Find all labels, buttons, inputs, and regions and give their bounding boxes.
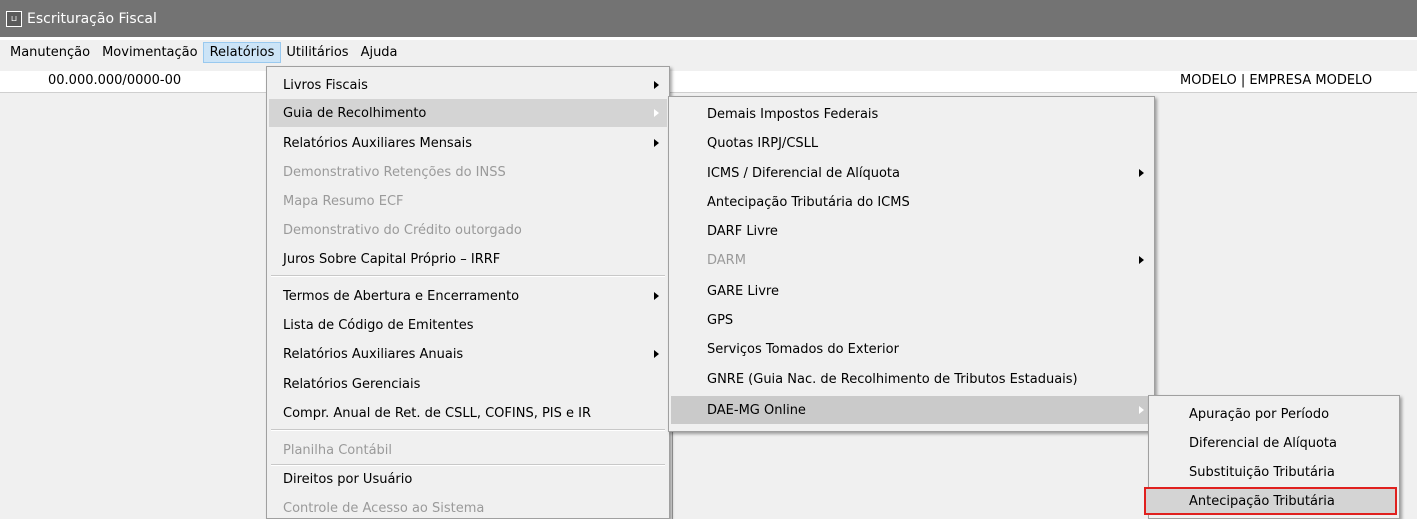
menu-separator xyxy=(271,275,665,277)
menu-item-termos-abertura-encerramento[interactable]: Termos de Abertura e Encerramento xyxy=(269,282,667,310)
menu-item-relatorios-auxiliares-mensais[interactable]: Relatórios Auxiliares Mensais xyxy=(269,129,667,157)
submenu-arrow-icon xyxy=(654,139,659,147)
menu-item-demonstrativo-credito-outorgado: Demonstrativo do Crédito outorgado xyxy=(283,222,522,238)
submenu-arrow-icon xyxy=(654,350,659,358)
menu-item-lista-codigo-emitentes[interactable]: Lista de Código de Emitentes xyxy=(269,311,667,339)
menu-item-quotas-irpj-csll[interactable]: Quotas IRPJ/CSLL xyxy=(671,129,1152,157)
menu-item-mapa-resumo-ecf: Mapa Resumo ECF xyxy=(283,193,404,209)
menu-item-antecipacao-tributaria[interactable]: Antecipação Tributária xyxy=(1144,487,1397,515)
menu-item-compr-anual-ret[interactable]: Compr. Anual de Ret. de CSLL, COFINS, PI… xyxy=(269,399,667,427)
menu-item-demais-impostos-federais[interactable]: Demais Impostos Federais xyxy=(671,100,1152,128)
menu-relatorios[interactable]: Relatórios xyxy=(202,41,282,63)
menu-separator xyxy=(271,429,665,431)
menu-item-livros-fiscais[interactable]: Livros Fiscais xyxy=(269,71,667,99)
menu-movimentacao[interactable]: Movimentação xyxy=(96,43,204,62)
menu-item-darf-livre[interactable]: DARF Livre xyxy=(671,217,1152,245)
menu-item-apuracao-por-periodo[interactable]: Apuração por Período xyxy=(1151,400,1397,428)
menu-bar: Manutenção Movimentação Relatórios Utili… xyxy=(0,40,1417,64)
guia-recolhimento-submenu: Demais Impostos Federais Quotas IRPJ/CSL… xyxy=(668,96,1155,432)
menu-item-demonstrativo-retencoes-inss: Demonstrativo Retenções do INSS xyxy=(283,164,506,180)
window-title: Escrituração Fiscal xyxy=(27,10,157,27)
menu-item-relatorios-auxiliares-anuais[interactable]: Relatórios Auxiliares Anuais xyxy=(269,340,667,368)
submenu-arrow-icon xyxy=(654,81,659,89)
menu-item-direitos-por-usuario[interactable]: Direitos por Usuário xyxy=(269,465,667,493)
menu-manutencao[interactable]: Manutenção xyxy=(4,43,96,62)
menu-item-gnre[interactable]: GNRE (Guia Nac. de Recolhimento de Tribu… xyxy=(671,365,1152,393)
menu-item-servicos-tomados-exterior[interactable]: Serviços Tomados do Exterior xyxy=(671,335,1152,363)
menu-item-icms-diferencial[interactable]: ICMS / Diferencial de Alíquota xyxy=(671,159,1152,187)
title-bar: ⊔ Escrituração Fiscal xyxy=(0,0,1417,37)
menu-item-antecipacao-icms[interactable]: Antecipação Tributária do ICMS xyxy=(671,188,1152,216)
submenu-arrow-icon xyxy=(1139,169,1144,177)
submenu-arrow-icon xyxy=(654,109,659,117)
menu-item-dae-mg-online[interactable]: DAE-MG Online xyxy=(671,396,1152,424)
submenu-arrow-icon xyxy=(1139,406,1144,414)
cnpj-label: 00.000.000/0000-00 xyxy=(48,73,182,88)
menu-item-substituicao-tributaria[interactable]: Substituição Tributária xyxy=(1151,458,1397,486)
menu-item-guia-de-recolhimento[interactable]: Guia de Recolhimento xyxy=(269,99,667,127)
dae-mg-submenu: Apuração por Período Diferencial de Alíq… xyxy=(1144,395,1400,519)
menu-item-darm: DARM xyxy=(671,246,1152,274)
submenu-arrow-icon xyxy=(654,292,659,300)
submenu-arrow-icon xyxy=(1139,256,1144,264)
menu-item-relatorios-gerenciais[interactable]: Relatórios Gerenciais xyxy=(269,370,667,398)
empresa-label: MODELO | EMPRESA MODELO xyxy=(1180,73,1373,88)
menu-item-diferencial-aliquota[interactable]: Diferencial de Alíquota xyxy=(1151,429,1397,457)
app-icon: ⊔ xyxy=(6,10,22,27)
menu-item-gare-livre[interactable]: GARE Livre xyxy=(671,277,1152,305)
relatorios-dropdown: Livros Fiscais Guia de Recolhimento Rela… xyxy=(266,66,670,519)
menu-item-gps[interactable]: GPS xyxy=(671,306,1152,334)
menu-item-planilha-contabil: Planilha Contábil xyxy=(283,442,393,458)
menu-item-controle-acesso: Controle de Acesso ao Sistema xyxy=(283,500,485,516)
background-panel xyxy=(672,430,1146,519)
menu-ajuda[interactable]: Ajuda xyxy=(355,43,404,62)
menu-utilitarios[interactable]: Utilitários xyxy=(280,43,354,62)
menu-item-juros-capital-proprio[interactable]: Juros Sobre Capital Próprio – IRRF xyxy=(269,245,667,273)
